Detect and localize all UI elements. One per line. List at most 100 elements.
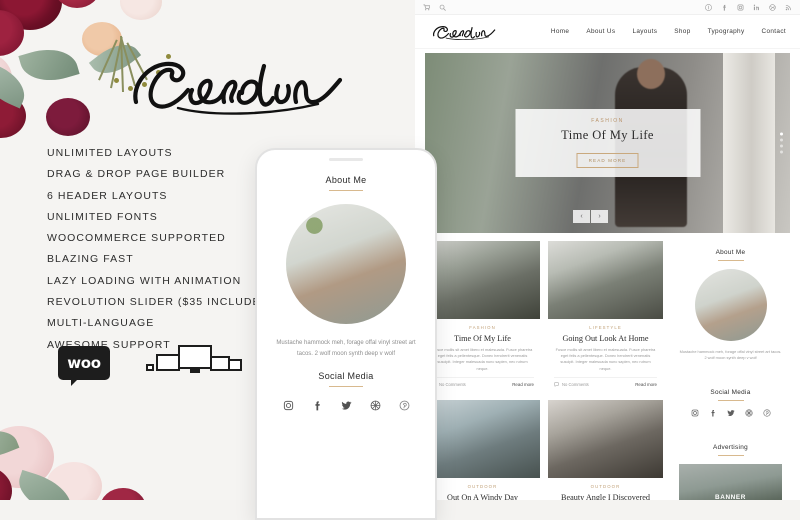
search-icon[interactable]: [439, 4, 446, 11]
cart-icon[interactable]: [423, 4, 430, 11]
comment-icon: [554, 382, 559, 387]
table-row[interactable]: OUTDOOR Beauty Angle I Discovered Fusce …: [548, 400, 663, 500]
utility-bar: [415, 0, 800, 15]
post-category[interactable]: OUTDOOR: [554, 484, 657, 489]
instagram-icon[interactable]: [691, 409, 699, 417]
dribbble-icon[interactable]: [370, 400, 381, 411]
post-read-more[interactable]: Read more: [512, 382, 534, 387]
hero-category: FASHION: [591, 118, 624, 124]
hero-next-button[interactable]: ›: [591, 210, 608, 223]
site-header: Home About Us Layouts Shop Typography Co…: [415, 15, 800, 49]
instagram-icon[interactable]: [283, 400, 294, 411]
banner-spot-title: BANNER SPOT: [715, 493, 746, 500]
widget-title: Social Media: [710, 388, 751, 396]
post-category[interactable]: FASHION: [431, 325, 534, 330]
facebook-icon[interactable]: [312, 400, 323, 411]
post-title[interactable]: Beauty Angle I Discovered: [554, 493, 657, 500]
hero-title: Time Of My Life: [561, 128, 654, 142]
post-title[interactable]: Going Out Look At Home: [554, 334, 657, 343]
nav-item-layouts[interactable]: Layouts: [632, 28, 657, 35]
widget-about-me: About Me Mustache hammock meh, forage of…: [671, 241, 790, 372]
floral-decoration-bottom-left: [0, 370, 220, 500]
nav-item-about-us[interactable]: About Us: [586, 28, 615, 35]
post-comments-label: No Comments: [562, 381, 589, 387]
facebook-icon[interactable]: [709, 409, 717, 417]
widget-title: About Me: [715, 249, 746, 256]
post-thumbnail[interactable]: [425, 241, 540, 319]
phone-screen: About Me Mustache hammock meh, forage of…: [257, 161, 435, 411]
nav-item-home[interactable]: Home: [551, 28, 569, 35]
post-read-more[interactable]: Read more: [635, 382, 657, 387]
pinterest-icon[interactable]: [705, 3, 712, 11]
post-category[interactable]: OUTDOOR: [431, 484, 534, 489]
hero-slider: FASHION Time Of My Life READ MORE ‹ ›: [425, 53, 790, 233]
post-thumbnail[interactable]: [425, 400, 540, 478]
dribbble-icon[interactable]: [744, 409, 753, 417]
hero-dot[interactable]: [780, 138, 783, 142]
linkedin-icon[interactable]: [753, 4, 760, 11]
widget-divider: [717, 260, 744, 261]
social-links: [679, 409, 782, 417]
dribbble-icon[interactable]: [769, 3, 776, 11]
hero-prev-button[interactable]: ‹: [573, 210, 590, 223]
site-logo[interactable]: [429, 19, 501, 45]
avatar: [694, 269, 767, 341]
post-grid: FASHION Time Of My Life Fusce mollis sit…: [425, 241, 663, 500]
pinterest-icon[interactable]: [399, 400, 410, 411]
brand-logo: [118, 46, 368, 126]
phone-social-links: [275, 400, 417, 411]
facebook-icon[interactable]: [721, 4, 728, 11]
phone-section-gap: [275, 360, 417, 371]
widget-divider: [717, 454, 744, 456]
widget-social-media: Social Media: [671, 380, 790, 427]
post-excerpt: Fusce mollis sit amet libero et malesuad…: [555, 347, 656, 371]
nav-item-typography[interactable]: Typography: [708, 28, 745, 35]
post-title[interactable]: Time Of My Life: [431, 334, 534, 343]
nav-item-contact[interactable]: Contact: [762, 28, 786, 35]
phone-widget-title: Social Media: [318, 371, 374, 381]
phone-widget-divider: [329, 190, 363, 191]
hero-background-column: [723, 53, 776, 233]
rss-icon[interactable]: [785, 4, 792, 11]
hero-caption: FASHION Time Of My Life READ MORE: [515, 109, 700, 177]
banner-label: BANNER SPOT 300X250: [705, 494, 757, 500]
phone-widget-title: About Me: [325, 175, 367, 185]
twitter-icon[interactable]: [727, 409, 735, 417]
post-thumbnail[interactable]: [548, 400, 663, 478]
table-row[interactable]: FASHION Time Of My Life Fusce mollis sit…: [425, 241, 540, 392]
widget-advertising: Advertising BANNER SPOT 300X250: [671, 435, 790, 500]
hero-slider-arrows: ‹ ›: [573, 210, 609, 223]
table-row[interactable]: LIFESTYLE Going Out Look At Home Fusce m…: [548, 241, 663, 392]
post-meta: No Comments Read more: [554, 376, 657, 392]
hero-dot[interactable]: [780, 132, 783, 136]
instagram-icon[interactable]: [737, 4, 744, 11]
post-thumbnail[interactable]: [548, 241, 663, 319]
post-title[interactable]: Out On A Windy Day: [431, 493, 534, 500]
post-comments-label: No Comments: [439, 381, 466, 387]
pinterest-icon[interactable]: [762, 409, 771, 417]
table-row[interactable]: OUTDOOR Out On A Windy Day Fusce mollis …: [425, 400, 540, 500]
post-comments[interactable]: No Comments: [554, 382, 589, 387]
advertising-banner[interactable]: BANNER SPOT 300X250: [679, 463, 782, 500]
hero-slider-dots[interactable]: [780, 132, 783, 154]
widget-divider: [717, 399, 744, 401]
post-meta: No Comments Read more: [431, 376, 534, 392]
badge-row: woo: [58, 345, 244, 386]
sidebar: About Me Mustache hammock meh, forage of…: [671, 241, 790, 500]
widget-about-text: Mustache hammock meh, forage offal vinyl…: [679, 349, 782, 361]
hero-dot[interactable]: [780, 150, 783, 154]
responsive-devices-icon: [136, 345, 244, 381]
widget-title: Advertising: [713, 443, 748, 451]
twitter-icon[interactable]: [341, 400, 352, 411]
hero-dot[interactable]: [780, 144, 783, 148]
phone-mockup: About Me Mustache hammock meh, forage of…: [255, 148, 437, 520]
phone-about-text: Mustache hammock meh, forage offal vinyl…: [276, 340, 416, 357]
content-area: FASHION Time Of My Life Fusce mollis sit…: [415, 233, 800, 500]
post-category[interactable]: LIFESTYLE: [554, 325, 657, 330]
woocommerce-label: woo: [67, 354, 101, 372]
avatar: [286, 204, 406, 324]
hero-read-more-button[interactable]: READ MORE: [576, 153, 639, 168]
nav-item-shop[interactable]: Shop: [674, 28, 690, 35]
post-excerpt: Fusce mollis sit amet libero et malesuad…: [432, 347, 533, 371]
website-mockup: Home About Us Layouts Shop Typography Co…: [415, 0, 800, 500]
